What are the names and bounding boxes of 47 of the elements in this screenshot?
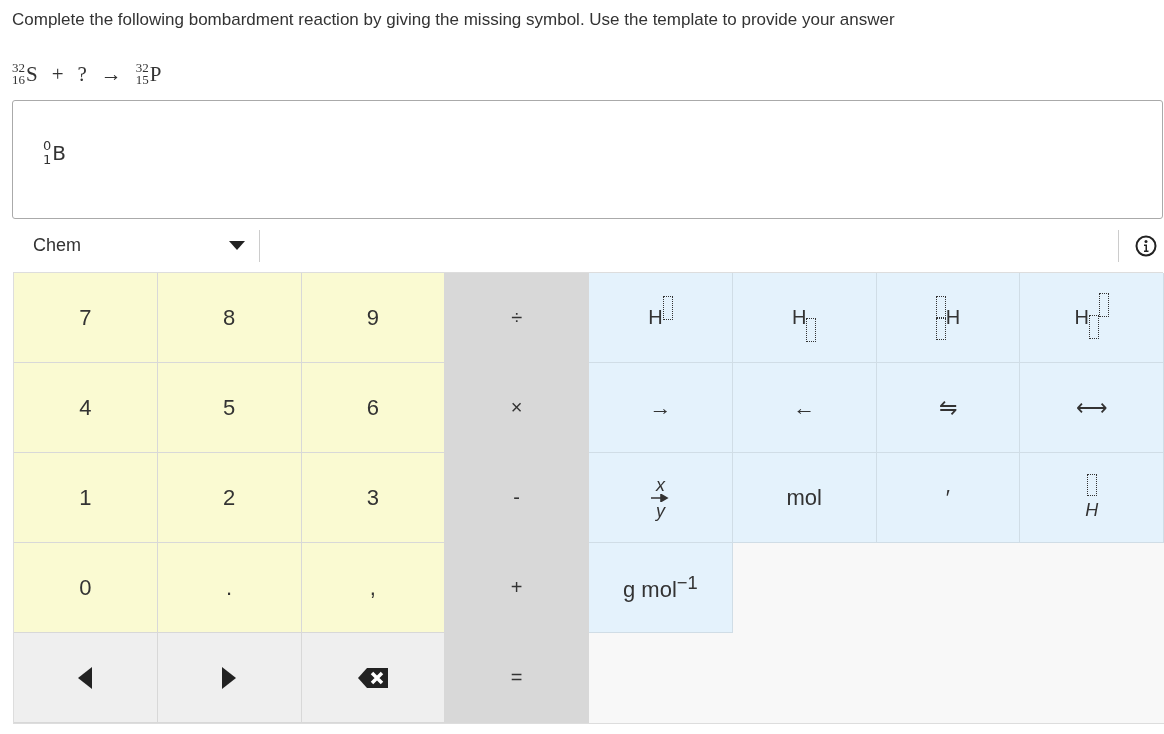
- slot-icon: [935, 295, 946, 340]
- keypad-key[interactable]: 6: [301, 363, 446, 453]
- keypad-key[interactable]: ←: [732, 363, 877, 453]
- template-key[interactable]: H: [589, 273, 733, 363]
- backspace-key[interactable]: [301, 633, 446, 723]
- keypad-key[interactable]: g mol$^{−1}$: [589, 543, 733, 633]
- keypad-key[interactable]: 1: [14, 453, 158, 543]
- question-text: Complete the following bombardment reaction by giving the missing symbol. Use the template to provide your answer: [12, 9, 896, 31]
- template-key[interactable]: H: [1020, 273, 1164, 363]
- keypad-key[interactable]: →: [589, 363, 733, 453]
- keypad-key[interactable]: ⇋: [876, 363, 1021, 453]
- slot-icon: [806, 317, 817, 342]
- condition-arrow-key[interactable]: x y: [589, 453, 733, 543]
- equation-symbol: ?: [77, 61, 87, 87]
- keypad-key[interactable]: ′: [876, 453, 1021, 543]
- palette-dropdown[interactable]: Chem: [13, 235, 259, 256]
- template-key[interactable]: H: [876, 273, 1021, 363]
- keypad-key[interactable]: 2: [157, 453, 302, 543]
- left-triangle-icon: [78, 666, 93, 689]
- keypad-key[interactable]: 9: [301, 273, 446, 363]
- keypad-key[interactable]: -: [445, 453, 589, 543]
- keypad-key[interactable]: ,: [301, 543, 446, 633]
- equation-symbol: +: [51, 61, 64, 87]
- template-key[interactable]: H: [1020, 453, 1164, 543]
- caret-icon: [229, 241, 245, 250]
- info-icon[interactable]: [1135, 234, 1157, 257]
- keypad-key[interactable]: 4: [14, 363, 158, 453]
- slot-icon: [662, 295, 673, 320]
- keypad-key[interactable]: .: [157, 543, 302, 633]
- keypad-key[interactable]: 3: [301, 453, 446, 543]
- keypad-key[interactable]: =: [445, 633, 589, 723]
- keypad-key[interactable]: +: [445, 543, 589, 633]
- keypad-key[interactable]: ⟷: [1020, 363, 1164, 453]
- slot-icon: [1088, 292, 1109, 339]
- arrow-icon: [651, 493, 670, 502]
- keypad-key[interactable]: 5: [157, 363, 302, 453]
- keypad-key[interactable]: mol: [732, 453, 877, 543]
- keypad-key[interactable]: 7: [14, 273, 158, 363]
- slot-icon: [1086, 474, 1097, 496]
- right-triangle-icon: [222, 666, 237, 689]
- equation-symbol: →: [100, 61, 122, 87]
- keypad-key[interactable]: ÷: [445, 273, 589, 363]
- keypad-key[interactable]: 8: [157, 273, 302, 363]
- keypad-key[interactable]: 0: [14, 543, 158, 633]
- keypad-key[interactable]: ×: [445, 363, 589, 453]
- template-key[interactable]: H: [732, 273, 877, 363]
- backspace-icon: [357, 666, 388, 689]
